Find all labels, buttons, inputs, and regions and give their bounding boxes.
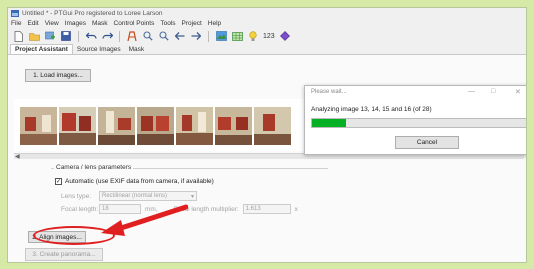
please-wait-dialog: Please wait... — □ ✕ Analyzing image 13,…	[304, 85, 526, 155]
maximize-icon[interactable]: □	[491, 88, 495, 95]
app-window: Untitled * - PTGui Pro registered to Lor…	[7, 7, 527, 263]
image-thumbnail[interactable]	[176, 107, 213, 145]
image-thumbnail[interactable]	[254, 107, 291, 145]
automatic-exif-checkbox[interactable]: ✓	[55, 178, 62, 185]
close-icon[interactable]: ✕	[515, 88, 521, 96]
menu-file[interactable]: File	[11, 20, 21, 27]
menu-control-points[interactable]: Control Points	[114, 20, 155, 27]
image-thumbnail[interactable]	[59, 107, 96, 145]
tab-mask[interactable]: Mask	[125, 45, 149, 54]
menu-images[interactable]: Images	[65, 20, 86, 27]
minimize-icon[interactable]: —	[468, 88, 475, 95]
save-icon[interactable]	[60, 30, 72, 42]
arrow-right-icon[interactable]	[190, 30, 202, 42]
image-thumbnail[interactable]	[98, 107, 135, 145]
new-file-icon[interactable]	[12, 30, 24, 42]
automatic-exif-row: ✓ Automatic (use EXIF data from camera, …	[55, 178, 214, 185]
undo-icon[interactable]	[85, 30, 97, 42]
toolbar-separator	[119, 30, 120, 42]
redo-icon[interactable]	[101, 30, 113, 42]
automatic-exif-label: Automatic (use EXIF data from camera, if…	[65, 178, 214, 185]
menu-tools[interactable]: Tools	[160, 20, 175, 27]
annotation-arrow	[101, 204, 188, 236]
numbering-counter[interactable]: 123	[263, 33, 275, 40]
zoom-in-icon[interactable]	[142, 30, 154, 42]
title-bar: Untitled * - PTGui Pro registered to Lor…	[8, 8, 526, 18]
table-icon[interactable]	[231, 30, 243, 42]
control-points-icon[interactable]	[126, 30, 138, 42]
toolbar-separator	[78, 30, 79, 42]
scroll-left-icon[interactable]: ◀	[15, 153, 20, 160]
load-images-button[interactable]: 1. Load images...	[25, 69, 91, 82]
toolbar: 123	[8, 28, 526, 44]
ptgui-app-icon	[11, 9, 19, 17]
camera-lens-group-title: Camera / lens parameters	[54, 164, 134, 171]
add-images-icon[interactable]	[44, 30, 56, 42]
window-title: Untitled * - PTGui Pro registered to Lor…	[22, 9, 163, 17]
panorama-editor-icon[interactable]	[215, 30, 227, 42]
image-thumbnail[interactable]	[137, 107, 174, 145]
image-thumbnail[interactable]	[215, 107, 252, 145]
batch-icon[interactable]	[279, 30, 291, 42]
arrow-left-icon[interactable]	[174, 30, 186, 42]
dialog-message: Analyzing image 13, 14, 15 and 16 (of 28…	[311, 106, 432, 113]
chevron-down-icon: ▾	[190, 193, 194, 200]
analysis-progress-bar	[311, 118, 526, 128]
tab-project-assistant[interactable]: Project Assistant	[10, 44, 73, 54]
toolbar-separator	[208, 30, 209, 42]
focal-multiplier-suffix: x	[294, 205, 298, 213]
progress-fill	[312, 119, 347, 127]
menu-view[interactable]: View	[45, 20, 59, 27]
zoom-out-icon[interactable]	[158, 30, 170, 42]
image-thumbnail[interactable]	[20, 107, 57, 145]
cancel-button[interactable]: Cancel	[395, 136, 459, 149]
menu-edit[interactable]: Edit	[27, 20, 38, 27]
create-panorama-button[interactable]: 3. Create panorama...	[25, 248, 103, 261]
focal-multiplier-input[interactable]: 1.613	[242, 204, 291, 214]
open-folder-icon[interactable]	[28, 30, 40, 42]
tab-bar: Project Assistant Source Images Mask	[8, 44, 526, 55]
menu-bar: File Edit View Images Mask Control Point…	[8, 18, 526, 28]
menu-mask[interactable]: Mask	[92, 20, 108, 27]
menu-help[interactable]: Help	[208, 20, 221, 27]
lightbulb-icon[interactable]	[247, 30, 259, 42]
tab-source-images[interactable]: Source Images	[73, 45, 125, 54]
menu-project[interactable]: Project	[182, 20, 202, 27]
